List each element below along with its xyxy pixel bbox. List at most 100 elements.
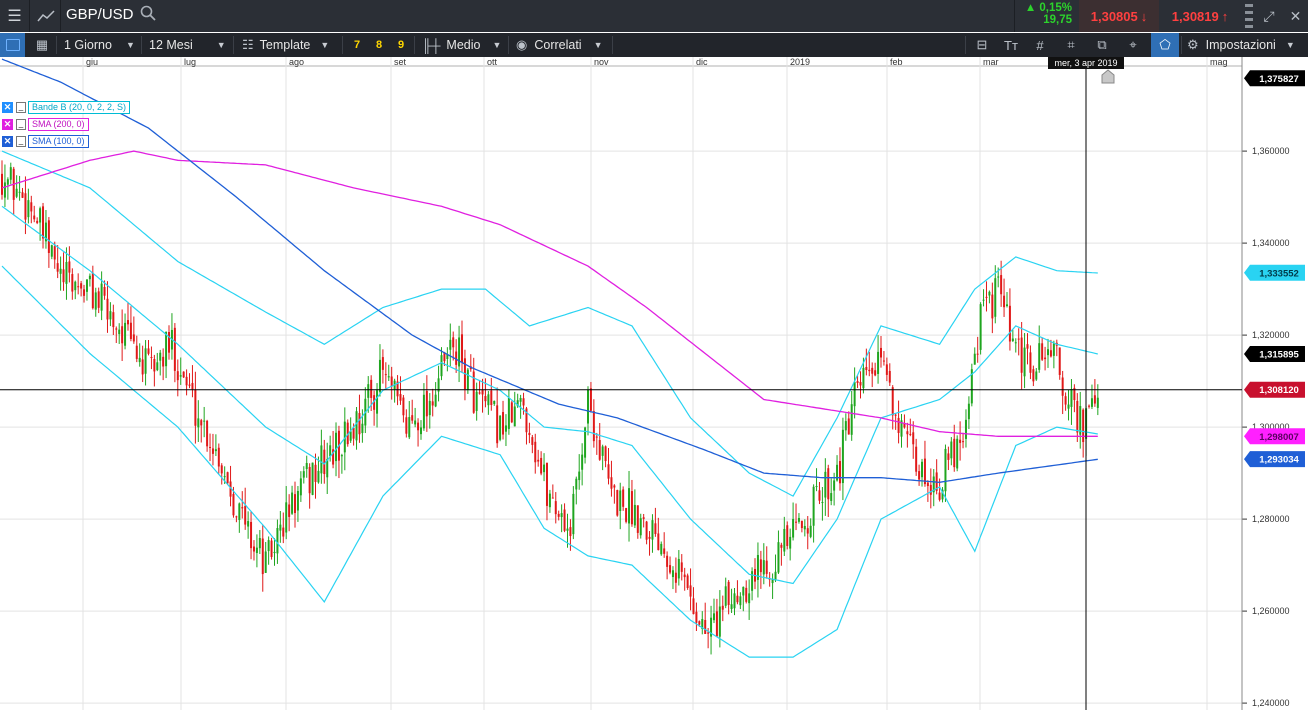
copy-icon[interactable]: ⧉ <box>1092 33 1112 57</box>
month-tick-label: mar <box>983 57 999 67</box>
expand-icon[interactable]: ⤢ <box>1256 0 1282 32</box>
candle-body <box>1032 369 1035 382</box>
candle-body <box>537 459 540 462</box>
preset-8-button[interactable]: 8 <box>376 33 382 57</box>
price-label-text: 1,298007 <box>1259 432 1299 443</box>
candle-body <box>994 278 997 317</box>
candle-body <box>83 289 86 296</box>
range-select[interactable]: 12 Mesi ▼ <box>149 33 226 57</box>
candle-body <box>376 390 379 414</box>
settings-button[interactable]: ⚙ Impostazioni ▼ <box>1187 33 1295 57</box>
candle-body <box>270 540 273 557</box>
hamburger-menu-icon[interactable]: ☰ <box>0 0 30 32</box>
candle-body <box>194 389 197 426</box>
candle-body <box>569 527 572 537</box>
candle-body <box>80 283 83 289</box>
line-chart-icon[interactable] <box>31 0 61 32</box>
candle-body <box>311 462 314 495</box>
candle-body <box>200 420 203 426</box>
candle-body <box>9 167 12 180</box>
template-select[interactable]: ☷ Template ▼ <box>242 33 329 57</box>
candle-body <box>578 471 581 481</box>
remove-icon[interactable]: ✕ <box>2 136 13 147</box>
drag-handle-icon[interactable] <box>1244 2 1254 30</box>
candle-body <box>560 513 563 518</box>
price-label-text: 1,308120 <box>1259 385 1299 396</box>
candle-body <box>1044 357 1047 360</box>
candle-body <box>513 406 516 427</box>
candle-body <box>841 429 844 484</box>
ask-price-button[interactable]: 1,30819 ↑ <box>1160 0 1240 32</box>
candle-body <box>141 359 144 375</box>
candle-body <box>625 508 628 522</box>
close-icon[interactable]: ✕ <box>1283 0 1308 32</box>
candle-body <box>434 394 437 407</box>
chart-canvas[interactable]: giu lug ago set ott nov dic 2019 feb mar mag 1,3600… <box>0 57 1308 710</box>
remove-icon[interactable]: ✕ <box>2 102 13 113</box>
legend-row-bollinger[interactable]: ✕ _ Bande B (20, 0, 2, 2, S) <box>2 100 131 115</box>
candle-body <box>252 546 255 552</box>
candle-body <box>323 449 326 475</box>
candle-body <box>112 312 115 328</box>
candle-body <box>335 432 338 462</box>
list-view-icon[interactable] <box>0 33 25 57</box>
chevron-down-icon: ▼ <box>125 40 135 50</box>
gear-icon: ⚙ <box>1187 37 1199 52</box>
search-icon[interactable] <box>140 5 156 26</box>
preset-7-button[interactable]: 7 <box>354 33 360 57</box>
related-select[interactable]: ◉ Correlati ▼ <box>516 33 603 57</box>
candle-body <box>557 513 560 517</box>
candle-body <box>800 520 803 529</box>
candle-body <box>422 394 425 429</box>
crosshair-grid-icon[interactable]: ⌗ <box>1060 33 1082 57</box>
candle-body <box>18 191 21 193</box>
candle-body <box>197 418 200 428</box>
candle-body <box>129 322 132 339</box>
preset-9-button[interactable]: 9 <box>398 33 404 57</box>
bid-price-button[interactable]: 1,30805 ↓ <box>1079 0 1159 32</box>
candle-body <box>132 334 135 342</box>
symbol-title[interactable]: GBP/USD <box>66 6 134 23</box>
candle-body <box>707 632 710 634</box>
candle-body <box>211 448 214 454</box>
range-label: 12 Mesi <box>149 38 193 52</box>
candle-body <box>610 477 613 489</box>
ruler-icon[interactable]: ⊟ <box>972 33 992 57</box>
template-label: Template <box>259 38 311 52</box>
candle-body <box>30 202 33 212</box>
price-chart[interactable]: giu lug ago set ott nov dic 2019 feb mar mag 1,3600… <box>0 57 1308 710</box>
month-tick-label: feb <box>890 57 903 67</box>
candle-body <box>797 517 800 522</box>
candle-body <box>607 464 610 479</box>
candle-body <box>1058 347 1061 375</box>
visibility-toggle[interactable]: _ <box>16 136 26 147</box>
candle-body <box>572 493 575 535</box>
chart-type-select[interactable]: ╟┼ Medio ▼ <box>422 33 501 57</box>
text-size-icon[interactable]: Tт <box>1000 33 1022 57</box>
candle-body <box>507 397 510 429</box>
target-icon[interactable]: ⌖ <box>1122 33 1144 57</box>
candle-body <box>964 419 967 439</box>
visibility-toggle[interactable]: _ <box>16 119 26 130</box>
change-points: 19,75 <box>1043 14 1072 26</box>
candle-body <box>115 328 118 330</box>
candle-body <box>94 292 97 310</box>
period-select[interactable]: 1 Giorno ▼ <box>64 33 135 57</box>
label-tag-icon[interactable]: ⬠ <box>1151 33 1179 57</box>
candle-body <box>522 398 525 406</box>
candle-body <box>824 471 827 498</box>
layout-grid-icon[interactable]: ▦ <box>32 33 52 57</box>
candle-body <box>179 375 182 377</box>
candle-body <box>191 382 194 390</box>
remove-icon[interactable]: ✕ <box>2 119 13 130</box>
price-label-text: 1,315895 <box>1259 349 1299 360</box>
candle-body <box>882 360 885 362</box>
candle-body <box>493 400 496 404</box>
candle-body <box>502 412 505 435</box>
candle-body <box>830 493 833 501</box>
candle-body <box>279 524 282 531</box>
grid-icon[interactable]: # <box>1030 33 1050 57</box>
legend-row-sma100[interactable]: ✕ _ SMA (100, 0) <box>2 134 130 149</box>
visibility-toggle[interactable]: _ <box>16 102 26 113</box>
legend-row-sma200[interactable]: ✕ _ SMA (200, 0) <box>2 117 130 132</box>
